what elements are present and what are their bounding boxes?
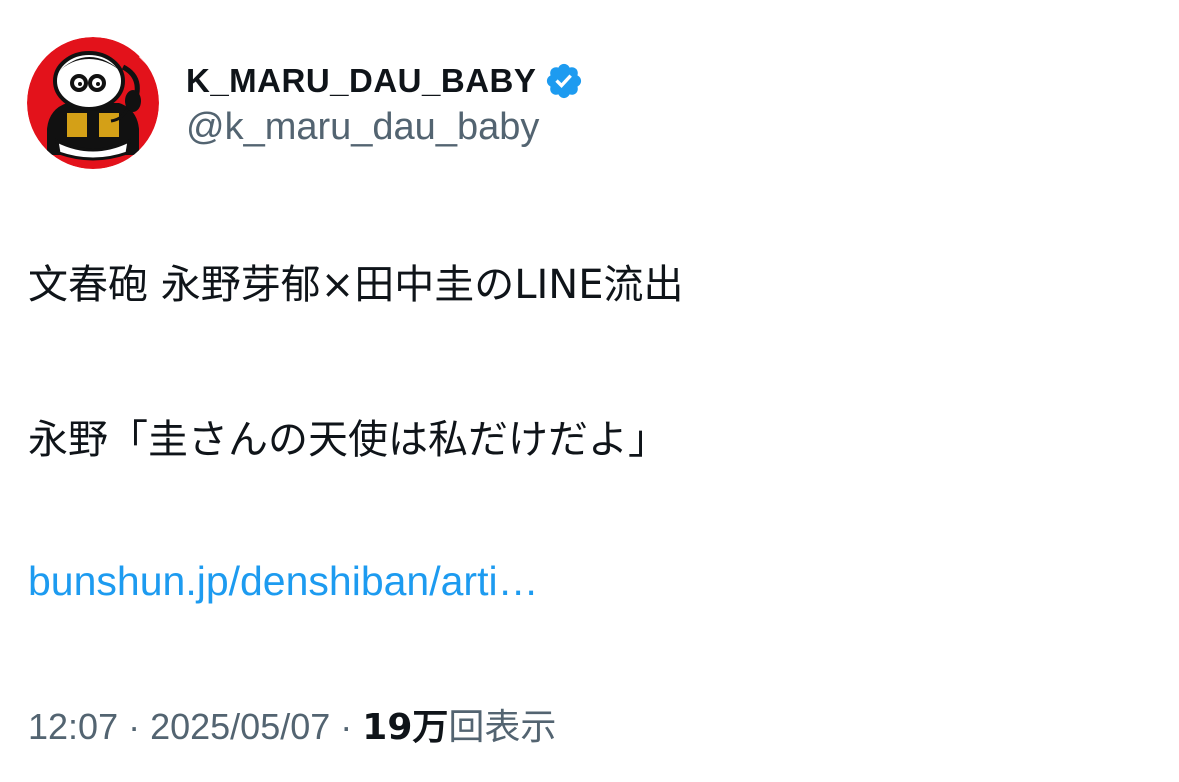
user-handle[interactable]: @k_maru_dau_baby	[186, 106, 539, 149]
meta-separator: ·	[128, 706, 141, 747]
tweet-date[interactable]: 2025/05/07	[150, 706, 330, 748]
tweet-meta: 12:07 · 2025/05/07 · 19万 回表示	[28, 698, 556, 750]
mascot-avatar-image	[27, 37, 159, 169]
article-link[interactable]: bunshun.jp/denshiban/arti…	[28, 558, 539, 605]
display-name-row[interactable]: K_MARU_DAU_BABY	[186, 58, 584, 104]
tweet-text-line-1: 文春砲 永野芽郁×田中圭のLINE流出	[28, 262, 684, 308]
display-name[interactable]: K_MARU_DAU_BABY	[186, 62, 536, 100]
avatar[interactable]	[27, 37, 159, 169]
meta-separator: ·	[340, 706, 353, 747]
views-label[interactable]: 回表示	[448, 698, 556, 750]
tweet-text-line-2: 永野「圭さんの天使は私だけだよ」	[28, 417, 668, 463]
tweet-time[interactable]: 12:07	[28, 706, 118, 748]
views-count[interactable]: 19万	[362, 698, 448, 750]
verified-badge-icon[interactable]	[544, 61, 584, 101]
